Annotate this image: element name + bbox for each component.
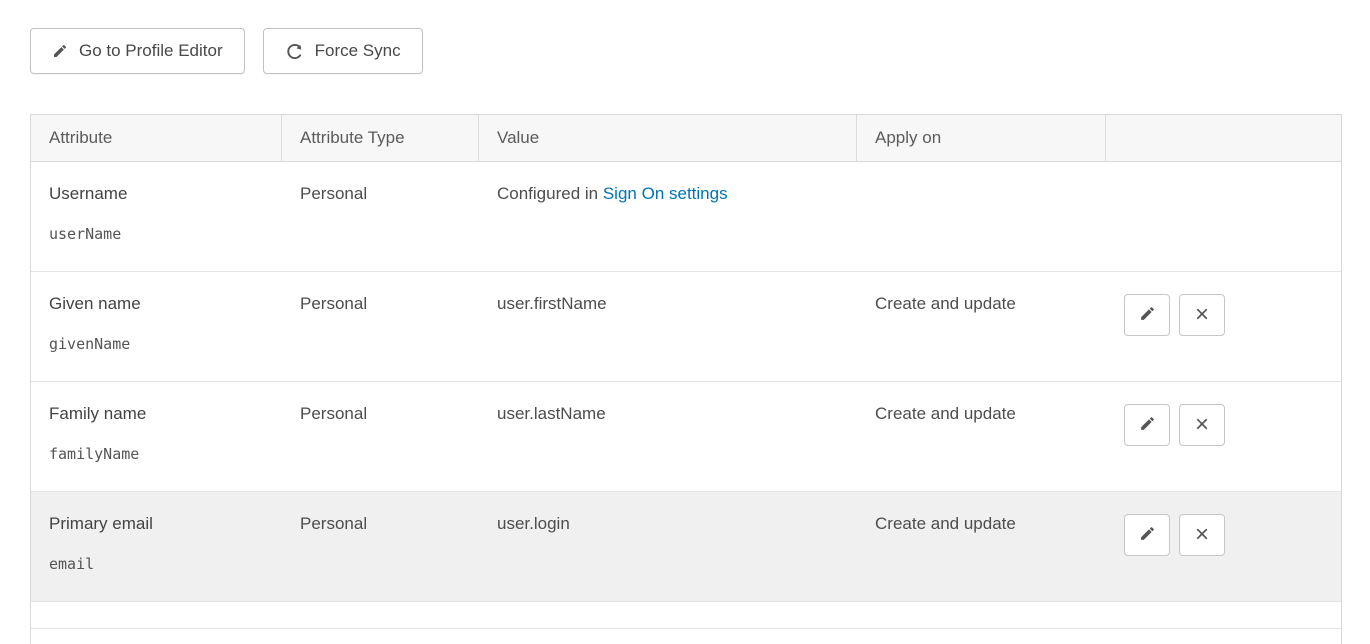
value-expression: user.login	[497, 514, 570, 533]
pencil-icon	[52, 43, 68, 59]
value-cell: Configured in Sign On settings	[479, 162, 857, 272]
actions-cell: ×	[1106, 492, 1341, 602]
table-row-primary-email: Primary email email Personal user.login …	[31, 492, 1341, 602]
attribute-variable-name: givenName	[49, 335, 264, 353]
actions-cell: ×	[1106, 382, 1341, 492]
close-x-icon: ×	[1195, 303, 1209, 327]
force-sync-button[interactable]: Force Sync	[263, 28, 423, 74]
attribute-variable-name: userName	[49, 225, 264, 243]
pencil-icon	[1139, 415, 1156, 435]
apply-on-cell: Create and update	[857, 382, 1106, 492]
value-prefix: Configured in	[497, 184, 603, 203]
toolbar: Go to Profile Editor Force Sync	[30, 28, 1340, 74]
attribute-variable-name: familyName	[49, 445, 264, 463]
column-header-value: Value	[479, 115, 857, 162]
close-x-icon: ×	[1195, 523, 1209, 547]
attribute-type-cell: Personal	[282, 492, 479, 602]
attribute-cell: Given name givenName	[31, 272, 282, 382]
attribute-variable-name: email	[49, 555, 264, 573]
force-sync-label: Force Sync	[315, 41, 401, 61]
pencil-icon	[1139, 305, 1156, 325]
sign-on-settings-link[interactable]: Sign On settings	[603, 184, 728, 203]
table-row-username: Username userName Personal Configured in…	[31, 162, 1341, 272]
value-expression: user.firstName	[497, 294, 607, 313]
close-x-icon: ×	[1195, 413, 1209, 437]
actions-cell: ×	[1106, 272, 1341, 382]
go-to-profile-editor-button[interactable]: Go to Profile Editor	[30, 28, 245, 74]
attribute-label: Primary email	[49, 514, 264, 534]
apply-on-cell: Create and update	[857, 272, 1106, 382]
table-header-row: Attribute Attribute Type Value Apply on	[31, 115, 1341, 162]
attribute-cell: Family name familyName	[31, 382, 282, 492]
pencil-icon	[1139, 525, 1156, 545]
delete-mapping-button[interactable]: ×	[1179, 294, 1225, 336]
attribute-type: Personal	[300, 514, 367, 533]
column-header-attribute-type: Attribute Type	[282, 115, 479, 162]
attribute-label: Family name	[49, 404, 264, 424]
attribute-type-cell: Personal	[282, 162, 479, 272]
attribute-mappings-page: Go to Profile Editor Force Sync Attribut…	[0, 0, 1370, 644]
value-cell: user.firstName	[479, 272, 857, 382]
attribute-cell: Primary email email	[31, 492, 282, 602]
go-to-profile-editor-label: Go to Profile Editor	[79, 41, 223, 61]
apply-on-value: Create and update	[875, 404, 1016, 423]
value-cell: user.lastName	[479, 382, 857, 492]
column-header-actions	[1106, 115, 1341, 162]
cutoff-row-cell	[31, 629, 1341, 644]
attribute-type: Personal	[300, 294, 367, 313]
attribute-type: Personal	[300, 404, 367, 423]
apply-on-cell	[857, 162, 1106, 272]
edit-mapping-button[interactable]	[1124, 514, 1170, 556]
value-expression: user.lastName	[497, 404, 606, 423]
delete-mapping-button[interactable]: ×	[1179, 404, 1225, 446]
attribute-label: Username	[49, 184, 264, 204]
partial-row-cell	[31, 602, 1341, 629]
delete-mapping-button[interactable]: ×	[1179, 514, 1225, 556]
table-row-partial	[31, 602, 1341, 629]
apply-on-value: Create and update	[875, 514, 1016, 533]
attribute-type-cell: Personal	[282, 382, 479, 492]
table-row-family-name: Family name familyName Personal user.las…	[31, 382, 1341, 492]
refresh-sync-icon	[285, 42, 304, 61]
attribute-label: Given name	[49, 294, 264, 314]
actions-cell	[1106, 162, 1341, 272]
apply-on-cell: Create and update	[857, 492, 1106, 602]
column-header-apply-on: Apply on	[857, 115, 1106, 162]
edit-mapping-button[interactable]	[1124, 294, 1170, 336]
attribute-cell: Username userName	[31, 162, 282, 272]
apply-on-value: Create and update	[875, 294, 1016, 313]
attribute-mapping-table: Attribute Attribute Type Value Apply on …	[30, 114, 1342, 644]
attribute-type: Personal	[300, 184, 367, 203]
column-header-attribute: Attribute	[31, 115, 282, 162]
table-row-cutoff	[31, 629, 1341, 644]
value-cell: user.login	[479, 492, 857, 602]
attribute-type-cell: Personal	[282, 272, 479, 382]
table-row-given-name: Given name givenName Personal user.first…	[31, 272, 1341, 382]
edit-mapping-button[interactable]	[1124, 404, 1170, 446]
